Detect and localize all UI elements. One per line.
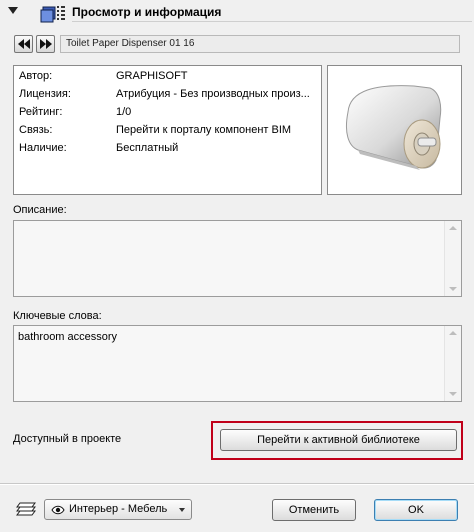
- next-icon: [40, 39, 52, 49]
- footer-divider-highlight: [0, 484, 474, 485]
- keywords-scrollbar[interactable]: [444, 326, 461, 401]
- info-key: Лицензия:: [19, 88, 71, 100]
- panel-title: Просмотр и информация: [72, 5, 222, 19]
- toilet-paper-dispenser-preview: [345, 85, 442, 170]
- eye-icon: [51, 505, 65, 515]
- info-key: Наличие:: [19, 142, 67, 154]
- keywords-field[interactable]: bathroom accessory: [13, 325, 462, 402]
- object-info-icon: [40, 4, 66, 24]
- chevron-down-icon: [179, 508, 185, 512]
- availability-label: Доступный в проекте: [13, 433, 122, 445]
- info-row-rating: Рейтинг: 1/0: [19, 106, 319, 122]
- info-table: Автор: GRAPHISOFT Лицензия: Атрибуция - …: [13, 65, 322, 195]
- collapse-arrow-icon[interactable]: [8, 7, 18, 14]
- scroll-up-icon[interactable]: [449, 226, 457, 230]
- info-key: Рейтинг:: [19, 106, 63, 118]
- layer-dropdown[interactable]: Интерьер - Мебель: [44, 499, 192, 520]
- info-link[interactable]: Перейти к порталу компонент BIM: [116, 124, 321, 136]
- keywords-label: Ключевые слова:: [13, 310, 102, 322]
- scroll-down-icon[interactable]: [449, 287, 457, 291]
- object-preview: [327, 65, 462, 195]
- info-value: Атрибуция - Без производных произ...: [116, 88, 310, 100]
- info-row-author: Автор: GRAPHISOFT: [19, 70, 319, 86]
- header-divider: [72, 21, 472, 22]
- info-value: Бесплатный: [116, 142, 179, 154]
- description-label: Описание:: [13, 204, 67, 216]
- ok-button[interactable]: OK: [374, 499, 458, 521]
- info-key: Связь:: [19, 124, 53, 136]
- info-row-availability: Наличие: Бесплатный: [19, 142, 319, 158]
- layers-icon: [16, 502, 36, 516]
- go-to-active-library-label: Перейти к активной библиотеке: [257, 434, 420, 446]
- object-name-field: Toilet Paper Dispenser 01 16: [60, 35, 460, 53]
- info-value: GRAPHISOFT: [116, 70, 188, 82]
- scroll-down-icon[interactable]: [449, 392, 457, 396]
- info-value: 1/0: [116, 106, 132, 118]
- scroll-up-icon[interactable]: [449, 331, 457, 335]
- go-to-active-library-button[interactable]: Перейти к активной библиотеке: [220, 429, 457, 451]
- previous-icon: [18, 39, 30, 49]
- cancel-label: Отменить: [288, 504, 340, 516]
- layer-name: Интерьер - Мебель: [69, 503, 168, 515]
- ok-label: OK: [408, 504, 424, 516]
- info-row-link: Связь: Перейти к порталу компонент BIM: [19, 124, 319, 140]
- info-key: Автор:: [19, 70, 53, 82]
- cancel-button[interactable]: Отменить: [272, 499, 356, 521]
- info-row-license: Лицензия: Атрибуция - Без производных пр…: [19, 88, 319, 104]
- description-scrollbar[interactable]: [444, 221, 461, 296]
- previous-button[interactable]: [14, 35, 33, 53]
- next-button[interactable]: [36, 35, 55, 53]
- description-field[interactable]: [13, 220, 462, 297]
- keywords-text: bathroom accessory: [18, 331, 118, 343]
